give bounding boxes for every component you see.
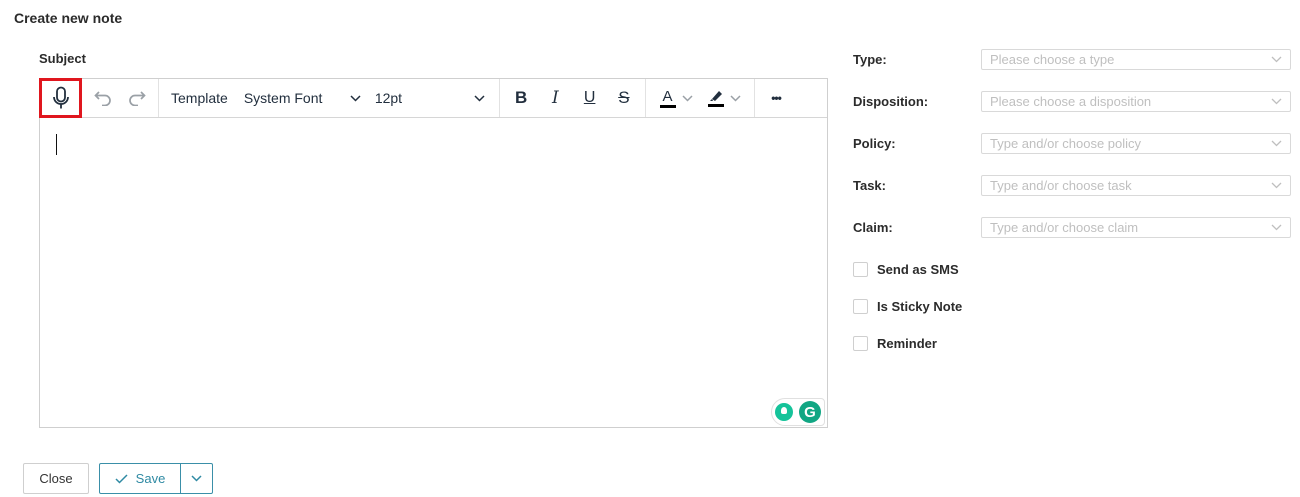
highlight-color-button[interactable] bbox=[701, 79, 747, 117]
close-button[interactable]: Close bbox=[23, 463, 89, 494]
save-button[interactable]: Save bbox=[100, 464, 181, 493]
policy-placeholder: Type and/or choose policy bbox=[990, 136, 1142, 151]
highlighter-icon bbox=[709, 91, 722, 101]
font-family-select[interactable]: System Font bbox=[244, 79, 375, 117]
grammarly-widget[interactable]: G bbox=[771, 398, 825, 426]
page-title: Create new note bbox=[14, 10, 123, 26]
chevron-down-icon bbox=[1271, 56, 1282, 63]
send-sms-checkbox[interactable] bbox=[853, 262, 868, 277]
sticky-note-label: Is Sticky Note bbox=[877, 299, 963, 314]
chevron-down-icon bbox=[1271, 182, 1282, 189]
type-row: Type: Please choose a type bbox=[853, 49, 1291, 70]
text-color-button[interactable]: A bbox=[653, 79, 699, 117]
policy-label: Policy: bbox=[853, 136, 896, 151]
disposition-row: Disposition: Please choose a disposition bbox=[853, 91, 1291, 112]
send-sms-option[interactable]: Send as SMS bbox=[853, 262, 959, 277]
claim-row: Claim: Type and/or choose claim bbox=[853, 217, 1291, 238]
policy-row: Policy: Type and/or choose policy bbox=[853, 133, 1291, 154]
text-caret bbox=[56, 134, 57, 155]
save-split-button: Save bbox=[99, 463, 213, 494]
chevron-down-icon bbox=[1271, 140, 1282, 147]
italic-button[interactable]: I bbox=[539, 79, 571, 117]
chevron-down-icon bbox=[474, 94, 485, 102]
editor-toolbar: Template System Font 12pt B I U S A ••• bbox=[39, 77, 827, 118]
policy-select[interactable]: Type and/or choose policy bbox=[981, 133, 1291, 154]
redo-button[interactable] bbox=[121, 79, 153, 117]
grammarly-logo-icon[interactable]: G bbox=[799, 401, 821, 423]
bold-button[interactable]: B bbox=[505, 79, 537, 117]
text-color-swatch bbox=[659, 104, 676, 108]
chevron-down-icon bbox=[350, 94, 361, 102]
sticky-note-option[interactable]: Is Sticky Note bbox=[853, 299, 962, 314]
editor-content-area[interactable]: G bbox=[40, 118, 827, 428]
disposition-label: Disposition: bbox=[853, 94, 929, 109]
save-label: Save bbox=[135, 471, 166, 486]
task-label: Task: bbox=[853, 178, 886, 193]
font-family-value: System Font bbox=[243, 90, 323, 106]
chevron-down-icon bbox=[191, 475, 202, 482]
chevron-down-icon bbox=[729, 94, 741, 102]
type-select[interactable]: Please choose a type bbox=[981, 49, 1291, 70]
reminder-label: Reminder bbox=[877, 336, 937, 351]
template-label: Template bbox=[171, 90, 228, 106]
claim-placeholder: Type and/or choose claim bbox=[990, 220, 1139, 235]
undo-icon bbox=[94, 91, 111, 106]
send-sms-label: Send as SMS bbox=[877, 262, 959, 277]
rich-text-editor[interactable]: Template System Font 12pt B I U S A ••• … bbox=[39, 77, 828, 428]
template-menu[interactable]: Template bbox=[171, 79, 228, 117]
underline-button[interactable]: U bbox=[574, 79, 606, 117]
task-row: Task: Type and/or choose task bbox=[853, 175, 1291, 196]
type-label: Type: bbox=[853, 52, 887, 67]
disposition-select[interactable]: Please choose a disposition bbox=[981, 91, 1291, 112]
reminder-checkbox[interactable] bbox=[853, 336, 868, 351]
chevron-down-icon bbox=[681, 94, 693, 102]
text-color-label: A bbox=[662, 87, 673, 105]
lightbulb-icon[interactable] bbox=[775, 403, 793, 421]
task-placeholder: Type and/or choose task bbox=[990, 178, 1132, 193]
claim-label: Claim: bbox=[853, 220, 893, 235]
undo-button[interactable] bbox=[87, 79, 119, 117]
chevron-down-icon bbox=[1271, 224, 1282, 231]
font-size-value: 12pt bbox=[374, 90, 403, 106]
task-select[interactable]: Type and/or choose task bbox=[981, 175, 1291, 196]
save-options-button[interactable] bbox=[181, 464, 212, 493]
subject-label: Subject bbox=[39, 51, 86, 66]
more-options-button[interactable]: ••• bbox=[771, 79, 782, 117]
checkmark-icon bbox=[115, 473, 128, 484]
highlight-color-swatch bbox=[707, 104, 724, 107]
type-placeholder: Please choose a type bbox=[990, 52, 1115, 67]
sticky-note-checkbox[interactable] bbox=[853, 299, 868, 314]
chevron-down-icon bbox=[1271, 98, 1282, 105]
microphone-icon bbox=[52, 86, 69, 108]
disposition-placeholder: Please choose a disposition bbox=[990, 94, 1152, 109]
strikethrough-button[interactable]: S bbox=[608, 79, 640, 117]
microphone-button[interactable] bbox=[39, 77, 82, 118]
font-size-select[interactable]: 12pt bbox=[375, 79, 495, 117]
claim-select[interactable]: Type and/or choose claim bbox=[981, 217, 1291, 238]
reminder-option[interactable]: Reminder bbox=[853, 336, 937, 351]
redo-icon bbox=[129, 91, 146, 106]
